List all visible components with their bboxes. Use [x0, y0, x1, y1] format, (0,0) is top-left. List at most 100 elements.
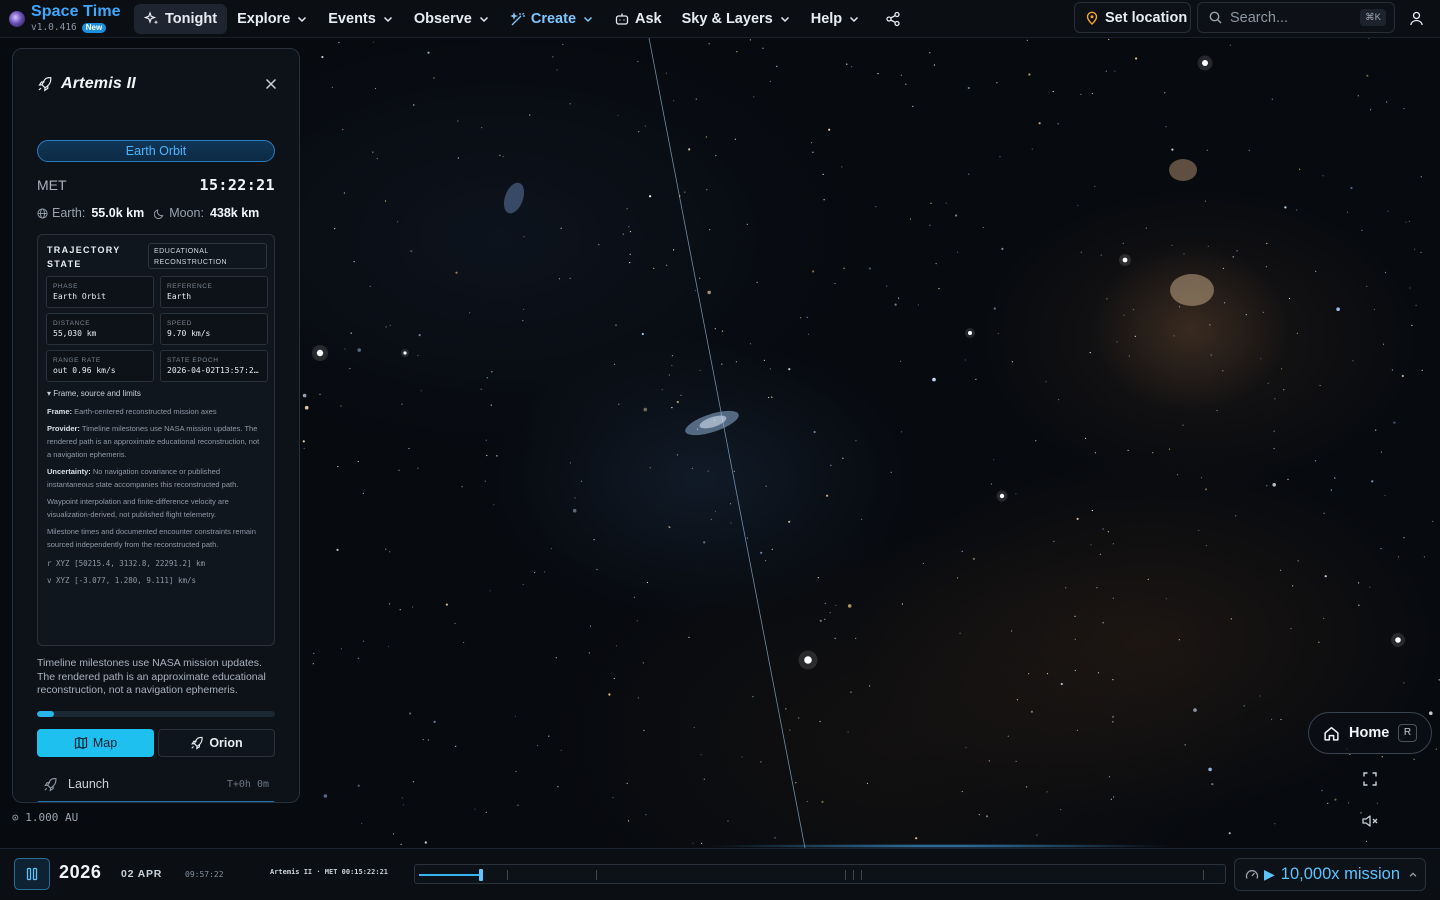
star [1421, 369, 1423, 371]
share-icon [886, 11, 900, 26]
star [961, 550, 963, 552]
star [933, 64, 936, 66]
orion-button[interactable]: Orion [158, 729, 275, 757]
map-icon [74, 736, 87, 750]
timeline-clock[interactable]: 09:57:22 [185, 870, 224, 879]
timeline-year[interactable]: 2026 [59, 862, 101, 883]
star [1272, 483, 1276, 487]
search-box[interactable]: ⌘K [1197, 2, 1395, 33]
timeline-milestone-tick[interactable] [1202, 870, 1204, 880]
star [556, 69, 558, 71]
nav-explore[interactable]: Explore [227, 4, 318, 34]
star [834, 282, 836, 285]
nav-create[interactable]: Create [500, 4, 604, 34]
star [798, 717, 800, 719]
nav-observe[interactable]: Observe [404, 4, 500, 34]
star [900, 74, 902, 76]
star [560, 749, 562, 751]
milestone-launch[interactable]: Launch T+0h 0m [37, 772, 275, 796]
star [628, 226, 630, 228]
star [409, 712, 412, 715]
pause-button[interactable] [14, 858, 50, 890]
star [1011, 361, 1014, 363]
star [633, 596, 636, 598]
star [486, 454, 488, 457]
star [389, 324, 391, 327]
star [629, 253, 631, 255]
star [806, 316, 808, 318]
star [917, 304, 919, 306]
star [323, 794, 328, 798]
star [612, 796, 614, 799]
map-button[interactable]: Map [37, 729, 154, 757]
timeline-milestone-tick[interactable] [853, 870, 855, 880]
star [753, 96, 755, 98]
star [703, 778, 705, 780]
star [1321, 790, 1323, 792]
star [930, 202, 932, 204]
close-icon[interactable] [263, 76, 279, 92]
star [353, 261, 355, 263]
star [420, 390, 422, 392]
nav-help[interactable]: Help [801, 4, 870, 34]
star [1384, 271, 1387, 274]
share-button[interactable] [878, 4, 908, 34]
star [855, 637, 857, 639]
star [517, 804, 519, 806]
timeline-date[interactable]: 02 APR [121, 868, 162, 880]
star [1366, 74, 1369, 77]
speed-selector[interactable]: ▶ 10,000x mission [1234, 858, 1426, 891]
star [1299, 168, 1301, 170]
star [372, 151, 374, 153]
star [626, 782, 628, 785]
timeline-milestone-tick[interactable] [845, 870, 847, 880]
star [824, 602, 826, 604]
nav-ask[interactable]: Ask [604, 4, 672, 34]
user-button[interactable] [1404, 4, 1428, 32]
nav-sky-layers[interactable]: Sky & Layers [672, 4, 801, 34]
timeline-handle[interactable] [478, 869, 483, 881]
star [1053, 540, 1055, 542]
phase-pill: Earth Orbit [37, 140, 275, 162]
star [736, 51, 738, 53]
home-button[interactable]: Home R [1308, 712, 1432, 754]
star [1171, 244, 1173, 246]
frame-source-toggle[interactable]: ▾ Frame, source and limits [47, 389, 141, 398]
star [1193, 708, 1197, 712]
star [523, 308, 525, 310]
timeline-scrubber[interactable] [414, 864, 1226, 884]
star [557, 786, 559, 788]
star [1102, 528, 1104, 530]
star [959, 632, 961, 634]
mute-button[interactable] [1358, 809, 1382, 833]
star [401, 797, 403, 799]
star [1207, 245, 1209, 247]
nav-tonight[interactable]: Tonight [134, 3, 228, 34]
nav-events[interactable]: Events [318, 4, 404, 34]
star [637, 60, 639, 63]
star [826, 494, 829, 497]
set-location-button[interactable]: Set location [1074, 2, 1191, 33]
star [1015, 493, 1017, 495]
star [1112, 721, 1114, 723]
timeline-milestone-tick[interactable] [595, 870, 597, 880]
star [1266, 242, 1268, 245]
timeline-milestone-tick[interactable] [861, 870, 863, 880]
star [905, 83, 907, 85]
fullscreen-button[interactable] [1358, 767, 1382, 791]
star [922, 562, 925, 565]
star [1288, 297, 1291, 300]
star [1209, 324, 1211, 326]
mission-panel: Artemis II Earth Orbit MET 15:22:21 Eart… [12, 48, 300, 803]
robot-icon [615, 13, 629, 25]
velocity-vector: v XYZ [-3.077, 1.280, 9.111] km/s [47, 576, 197, 585]
star [1350, 186, 1353, 190]
star [613, 363, 616, 365]
timeline-milestone-tick[interactable] [507, 870, 509, 880]
star [558, 278, 561, 280]
star [644, 125, 647, 127]
star [935, 263, 937, 265]
brand[interactable]: Space Time v1.0.416 New [0, 0, 130, 38]
search-input[interactable] [1230, 9, 1350, 26]
star [666, 264, 668, 266]
